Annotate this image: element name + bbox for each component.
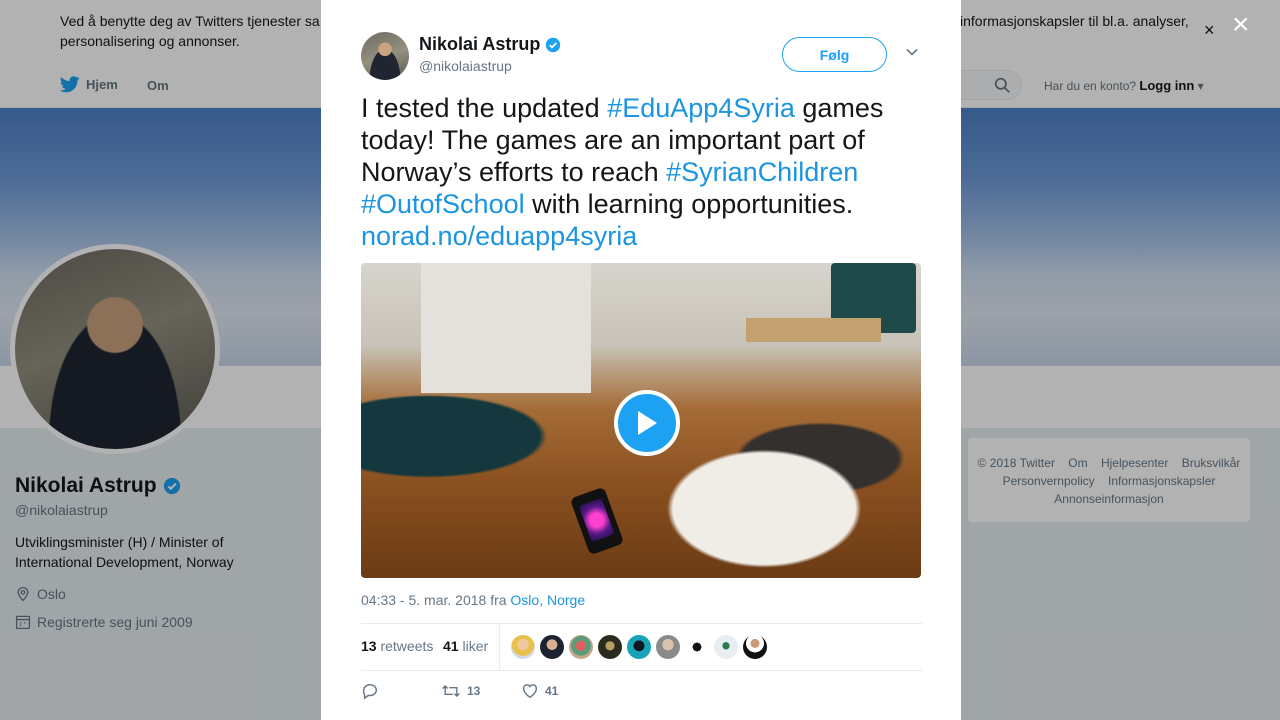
like-stat[interactable]: 41 liker — [443, 638, 488, 654]
liker-avatar[interactable] — [569, 635, 593, 659]
video-thumbnail-detail — [578, 498, 615, 543]
liker-avatar[interactable] — [540, 635, 564, 659]
video-thumbnail-detail — [746, 318, 881, 342]
tweet-timestamp[interactable]: 04:33 - 5. mar. 2018 fra — [361, 592, 510, 608]
like-count: 41 — [443, 638, 459, 654]
follow-button[interactable]: Følg — [782, 37, 887, 72]
tweet-text-part: with learning opportunities. — [524, 189, 854, 219]
stats-divider — [499, 624, 500, 671]
play-icon — [638, 411, 657, 435]
retweet-icon — [442, 684, 460, 698]
video-thumbnail-detail — [569, 486, 625, 556]
liker-avatar[interactable] — [627, 635, 651, 659]
chevron-down-icon[interactable] — [905, 45, 919, 59]
verified-icon — [546, 37, 561, 52]
author-avatar[interactable] — [361, 32, 409, 80]
author-name-text: Nikolai Astrup — [419, 34, 541, 54]
tweet-location-link[interactable]: Oslo, Norge — [510, 592, 585, 608]
liker-avatar[interactable] — [714, 635, 738, 659]
liker-avatar[interactable] — [656, 635, 680, 659]
liker-avatars — [511, 635, 767, 659]
author-name[interactable]: Nikolai Astrup — [419, 34, 561, 55]
liker-avatar[interactable] — [511, 635, 535, 659]
like-label: liker — [462, 638, 489, 654]
tweet-text-part: I tested the updated — [361, 93, 608, 123]
retweet-button[interactable]: 13 — [441, 682, 480, 700]
play-button[interactable] — [614, 390, 680, 456]
reply-icon — [362, 683, 378, 700]
tweet-actions: 13 41 — [361, 682, 922, 706]
liker-avatar[interactable] — [743, 635, 767, 659]
retweet-label: retweets — [380, 638, 434, 654]
tweet-text: I tested the updated #EduApp4Syria games… — [361, 92, 921, 252]
tweet-link[interactable]: norad.no/eduapp4syria — [361, 221, 637, 251]
author-handle[interactable]: @nikolaiastrup — [419, 58, 512, 74]
retweet-action-count: 13 — [467, 684, 481, 698]
tweet-video[interactable] — [361, 263, 921, 578]
like-button[interactable]: 41 — [521, 682, 558, 700]
reply-button[interactable] — [361, 682, 379, 705]
tweet-meta: 04:33 - 5. mar. 2018 fra Oslo, Norge — [361, 592, 585, 608]
retweet-count: 13 — [361, 638, 377, 654]
hashtag-syrianchildren[interactable]: #SyrianChildren — [666, 157, 858, 187]
overlay-close-button[interactable]: × — [1232, 10, 1250, 40]
hashtag-eduapp4syria[interactable]: #EduApp4Syria — [607, 93, 795, 123]
liker-avatar[interactable] — [598, 635, 622, 659]
like-action-count: 41 — [545, 684, 559, 698]
tweet-modal: Nikolai Astrup @nikolaiastrup Følg I tes… — [321, 0, 961, 720]
retweet-stat[interactable]: 13 retweets — [361, 638, 433, 654]
liker-avatar[interactable] — [685, 635, 709, 659]
heart-icon — [522, 684, 538, 699]
tweet-stats: 13 retweets 41 liker — [361, 623, 922, 671]
video-thumbnail-detail — [421, 263, 591, 393]
hashtag-outofschool[interactable]: #OutofSchool — [361, 189, 525, 219]
